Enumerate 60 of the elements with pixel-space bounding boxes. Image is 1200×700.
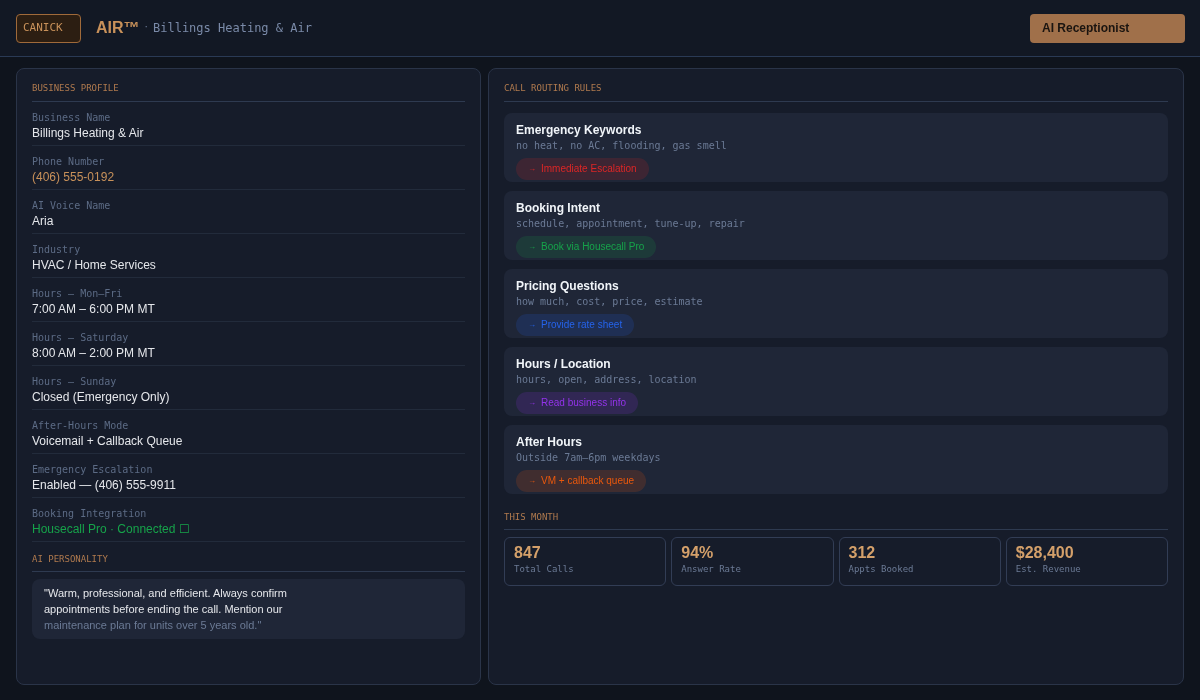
- field-value: Billings Heating & Air: [32, 124, 145, 142]
- field-value: Closed (Emergency Only): [32, 388, 171, 406]
- field-label: Business Name: [32, 111, 112, 124]
- arrow-text: →: [528, 474, 536, 487]
- stat-value: 847: [514, 543, 542, 563]
- action-text: Immediate Escalation: [541, 162, 637, 176]
- personality-text: maintenance plan for units over 5 years old.": [44, 618, 263, 633]
- field-value: Enabled — (406) 555-9911: [32, 476, 177, 494]
- rule-keywords: no heat, no AC, flooding, gas smell: [516, 138, 728, 153]
- product-name: AIR™: [96, 18, 140, 38]
- section-title: AI PERSONALITY: [32, 552, 465, 572]
- stat-value: 312: [848, 543, 877, 563]
- stat-label: Total Calls: [514, 563, 575, 576]
- rule-name: Booking Intent: [516, 199, 601, 216]
- separator: ·: [143, 21, 149, 35]
- field-value: 8:00 AM – 2:00 PM MT: [32, 344, 156, 362]
- personality-text: appointments before ending the call. Mention our: [44, 602, 284, 617]
- stat-value: 94%: [681, 543, 715, 563]
- section-title: CALL ROUTING RULES: [504, 82, 1168, 102]
- action-text: Provide rate sheet: [541, 318, 623, 332]
- arrow-text: →: [528, 162, 536, 175]
- business-name: Billings Heating & Air: [153, 20, 312, 37]
- field-label: Hours — Sunday: [32, 375, 118, 388]
- field-label: Industry: [32, 243, 82, 256]
- logo-badge: CANICK: [16, 13, 81, 43]
- rule-keywords: hours, open, address, location: [516, 372, 698, 387]
- section-title: BUSINESS PROFILE: [32, 82, 465, 102]
- rule-name: Hours / Location: [516, 355, 612, 372]
- action-text: Read business info: [541, 396, 627, 410]
- action-text: Book via Housecall Pro: [541, 240, 645, 254]
- rule-keywords: how much, cost, price, estimate: [516, 294, 704, 309]
- arrow-text: →: [528, 318, 536, 331]
- stat-label: Appts Booked: [848, 563, 915, 576]
- field-label: After-Hours Mode: [32, 419, 130, 432]
- field-label: Booking Integration: [32, 507, 148, 520]
- ai-receptionist-button[interactable]: AI Receptionist: [1030, 13, 1185, 43]
- rule-name: Emergency Keywords: [516, 121, 643, 138]
- stat-label: Est. Revenue: [1015, 563, 1082, 576]
- field-label: Phone Number: [32, 155, 106, 168]
- field-value: HVAC / Home Services: [32, 256, 157, 274]
- personality-text: "Warm, professional, and efficient. Always confirm: [44, 586, 288, 601]
- stat-value: $28,400: [1015, 543, 1075, 563]
- field-value: (406) 555-0192: [32, 168, 116, 186]
- field-value: Voicemail + Callback Queue: [32, 432, 184, 450]
- field-value: 7:00 AM – 6:00 PM MT: [32, 300, 156, 318]
- rule-keywords: Outside 7am–6pm weekdays: [516, 450, 662, 465]
- action-text: VM + callback queue: [541, 474, 635, 488]
- rule-keywords: schedule, appointment, tune-up, repair: [516, 216, 746, 231]
- arrow-text: →: [528, 396, 536, 409]
- field-label: AI Voice Name: [32, 199, 112, 212]
- field-value: Aria: [32, 212, 55, 230]
- stat-label: Answer Rate: [681, 563, 742, 576]
- field-label: Hours — Mon–Fri: [32, 287, 124, 300]
- rule-name: Pricing Questions: [516, 277, 620, 294]
- rule-name: After Hours: [516, 433, 583, 450]
- field-label: Hours — Saturday: [32, 331, 130, 344]
- field-value: Housecall Pro · Connected ☐: [32, 520, 191, 538]
- arrow-text: →: [528, 240, 536, 253]
- section-title: THIS MONTH: [504, 510, 1168, 530]
- field-label: Emergency Escalation: [32, 463, 154, 476]
